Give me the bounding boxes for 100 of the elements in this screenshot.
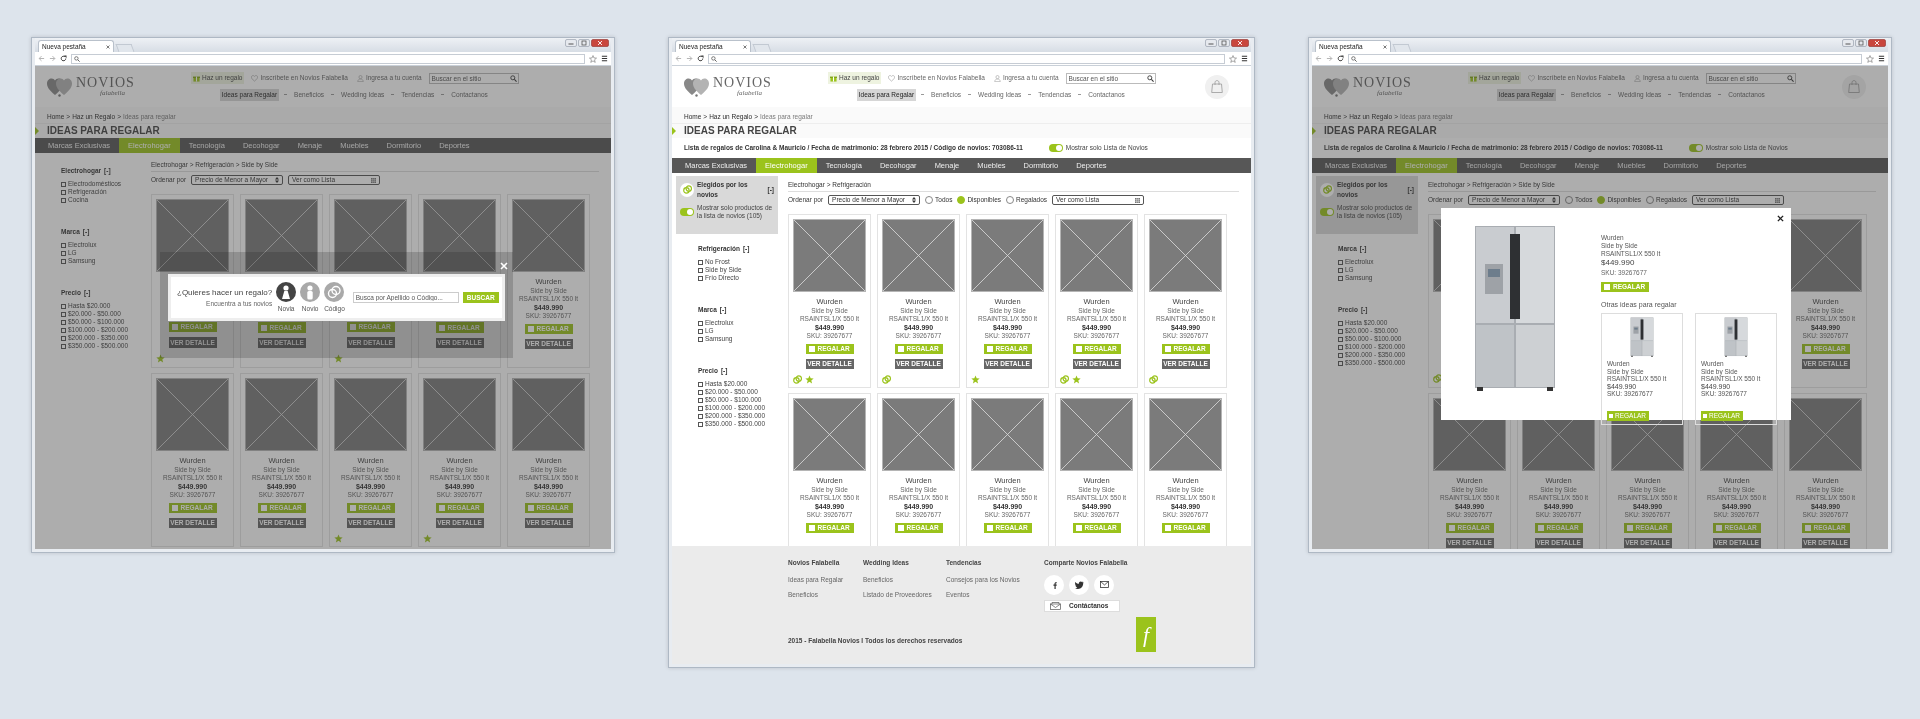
heart-icon xyxy=(1528,74,1536,82)
logo-text: NOVIOS xyxy=(1353,75,1412,90)
checkbox[interactable] xyxy=(61,197,66,203)
triangle-icon xyxy=(35,127,39,135)
search-icon xyxy=(711,55,717,62)
checkbox[interactable] xyxy=(61,335,66,341)
checkbox[interactable] xyxy=(61,250,66,256)
checkbox[interactable] xyxy=(61,258,66,264)
address-field[interactable] xyxy=(1348,53,1862,64)
dialog-title: ¿Quieres hacer un regalo? xyxy=(177,286,273,299)
checkbox[interactable] xyxy=(1338,352,1343,358)
reload-icon[interactable] xyxy=(60,55,67,62)
bag-icon xyxy=(1848,80,1860,93)
caret-icon xyxy=(1552,197,1557,203)
checkbox[interactable] xyxy=(61,189,66,195)
minimize-button[interactable] xyxy=(565,39,577,47)
groom-icon xyxy=(300,281,321,302)
checkbox[interactable] xyxy=(698,413,703,419)
checkbox[interactable] xyxy=(1338,275,1343,281)
close-icon[interactable] xyxy=(1777,215,1784,222)
checkbox[interactable] xyxy=(698,267,703,273)
reload-icon[interactable] xyxy=(1337,55,1344,62)
close-button[interactable] xyxy=(1868,39,1886,47)
radio-button[interactable] xyxy=(1006,196,1014,204)
search-icon[interactable] xyxy=(1786,74,1794,82)
checkbox[interactable] xyxy=(61,327,66,333)
checkbox[interactable] xyxy=(698,275,703,281)
checkbox[interactable] xyxy=(1338,328,1343,334)
bookmark-star-icon[interactable] xyxy=(589,54,597,63)
caret-icon xyxy=(912,197,917,203)
maximize-button[interactable] xyxy=(1218,39,1230,47)
maximize-button[interactable] xyxy=(578,39,590,47)
brand-logo: f xyxy=(1136,616,1156,652)
checkbox[interactable] xyxy=(1338,336,1343,342)
checkbox[interactable] xyxy=(698,421,703,427)
radio-button[interactable] xyxy=(1646,196,1654,204)
hearts-icon xyxy=(684,76,710,97)
social-button[interactable] xyxy=(1094,574,1114,595)
gift-icon xyxy=(193,74,200,82)
checkbox[interactable] xyxy=(1338,259,1343,265)
minimize-button[interactable] xyxy=(1842,39,1854,47)
page-title: IDEAS PARA REGALAR xyxy=(47,125,160,137)
list-icon xyxy=(1775,197,1781,203)
search-icon xyxy=(1351,55,1357,62)
checkbox[interactable] xyxy=(698,405,703,411)
address-field[interactable] xyxy=(708,53,1225,64)
search-icon[interactable] xyxy=(1146,74,1154,82)
radio-button[interactable] xyxy=(1597,196,1606,204)
checkbox[interactable] xyxy=(61,181,66,187)
user-icon xyxy=(356,74,364,82)
menu-icon[interactable] xyxy=(1241,55,1248,62)
toggle-switch[interactable] xyxy=(1688,144,1703,152)
bookmark-star-icon[interactable] xyxy=(1866,54,1874,63)
minimize-button[interactable] xyxy=(1205,39,1217,47)
close-button[interactable] xyxy=(1231,39,1249,47)
toggle-switch[interactable] xyxy=(680,207,694,216)
toggle-switch[interactable] xyxy=(1320,207,1334,216)
bag-icon xyxy=(1211,80,1223,93)
checkbox[interactable] xyxy=(698,336,703,342)
user-icon xyxy=(1633,74,1641,82)
rings-icon xyxy=(324,281,345,302)
reload-icon[interactable] xyxy=(697,55,704,62)
checkbox[interactable] xyxy=(1338,267,1343,273)
caret-icon xyxy=(275,177,280,183)
list-icon xyxy=(371,177,377,183)
checkbox[interactable] xyxy=(1338,344,1343,350)
mail-icon xyxy=(1099,581,1109,589)
radio-button[interactable] xyxy=(957,196,966,204)
user-icon xyxy=(993,74,1001,82)
checkbox[interactable] xyxy=(698,381,703,387)
checkbox[interactable] xyxy=(61,343,66,349)
search-icon[interactable] xyxy=(509,74,517,82)
checkbox[interactable] xyxy=(1338,360,1343,366)
checkbox[interactable] xyxy=(698,320,703,326)
checkbox[interactable] xyxy=(61,303,66,309)
gift-icon xyxy=(1470,74,1477,82)
price: $449.990 xyxy=(1601,258,1635,268)
bookmark-star-icon[interactable] xyxy=(1229,54,1237,63)
checkbox[interactable] xyxy=(698,259,703,265)
radio-button[interactable] xyxy=(925,196,934,204)
bride-icon xyxy=(276,281,297,302)
social-button[interactable] xyxy=(1069,574,1089,595)
address-field[interactable] xyxy=(71,53,585,64)
logo-text: NOVIOS xyxy=(76,75,135,90)
menu-icon[interactable] xyxy=(601,55,608,62)
toggle-switch[interactable] xyxy=(1048,144,1063,152)
envelope-icon xyxy=(1050,601,1061,610)
checkbox[interactable] xyxy=(698,328,703,334)
checkbox[interactable] xyxy=(698,389,703,395)
checkbox[interactable] xyxy=(61,242,66,248)
close-button[interactable] xyxy=(591,39,609,47)
radio-button[interactable] xyxy=(1565,196,1574,204)
page-title: IDEAS PARA REGALAR xyxy=(1324,125,1437,137)
heart-icon xyxy=(888,74,896,82)
checkbox[interactable] xyxy=(1338,320,1343,326)
checkbox[interactable] xyxy=(61,311,66,317)
checkbox[interactable] xyxy=(61,319,66,325)
checkbox[interactable] xyxy=(698,397,703,403)
menu-icon[interactable] xyxy=(1878,55,1885,62)
maximize-button[interactable] xyxy=(1855,39,1867,47)
